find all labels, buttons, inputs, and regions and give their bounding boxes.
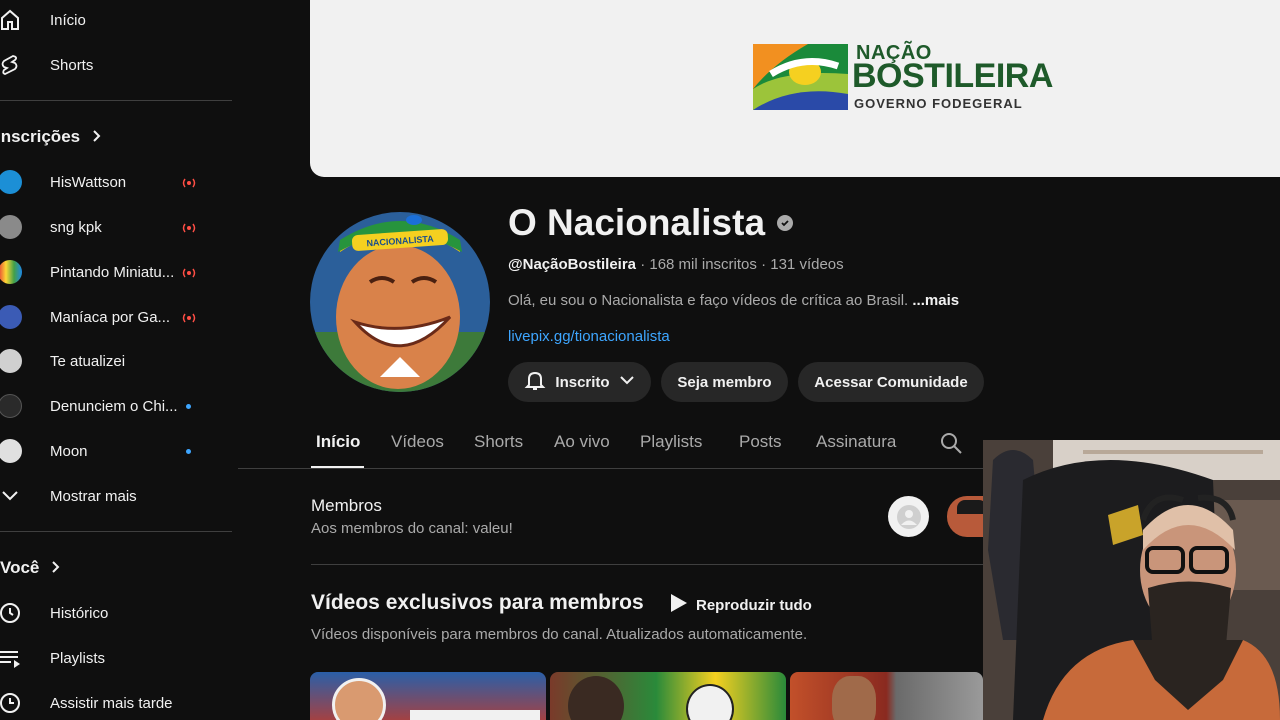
home-icon <box>0 8 22 32</box>
channel-name: O Nacionalista <box>508 202 794 244</box>
members-title: Membros <box>311 496 382 515</box>
tab-posts[interactable]: Posts <box>739 432 782 452</box>
sidebar-item-playlists[interactable]: Playlists <box>0 638 232 678</box>
verified-icon <box>777 215 794 231</box>
youtube-channel-page: Início Shorts Inscrições HisWattson sng … <box>0 0 1280 720</box>
nacao-bostileira-logo <box>753 44 848 110</box>
sidebar-item-home[interactable]: Início <box>0 0 232 40</box>
subscription-item-denunciem[interactable]: Denunciem o Chi... <box>0 386 232 426</box>
exclusive-videos-title: Vídeos exclusivos para membros <box>311 591 644 614</box>
channel-search-icon[interactable] <box>939 431 963 460</box>
tab-shorts[interactable]: Shorts <box>474 432 523 452</box>
subscription-item-pintando[interactable]: Pintando Miniatu... <box>0 252 232 292</box>
bell-icon <box>523 368 547 396</box>
chevron-down-icon <box>0 484 22 508</box>
chevron-right-icon <box>49 558 61 578</box>
community-button[interactable]: Acessar Comunidade <box>798 362 984 402</box>
new-content-dot <box>186 404 191 409</box>
watch-later-icon <box>0 691 22 715</box>
new-content-dot <box>186 449 191 454</box>
exclusive-videos-subtitle: Vídeos disponíveis para membros do canal… <box>311 626 808 643</box>
video-count: 131 vídeos <box>770 256 844 273</box>
playlists-icon <box>0 646 22 670</box>
video-thumbnail[interactable] <box>310 672 546 720</box>
you-heading[interactable]: Você <box>0 558 61 578</box>
live-indicator-icon <box>180 221 198 233</box>
live-indicator-icon <box>180 311 198 323</box>
video-thumbnail[interactable] <box>550 672 786 720</box>
members-subtitle: Aos membros do canal: valeu! <box>311 520 513 537</box>
member-avatar[interactable] <box>947 496 983 537</box>
sidebar-item-label: Início <box>50 11 86 29</box>
subscribed-button[interactable]: Inscrito <box>508 362 651 402</box>
channel-avatar <box>0 260 22 284</box>
video-thumbnail[interactable] <box>790 672 983 720</box>
tab-playlists[interactable]: Playlists <box>640 432 702 452</box>
subscription-item-sng-kpk[interactable]: sng kpk <box>0 207 232 247</box>
sidebar-item-history[interactable]: Histórico <box>0 593 232 633</box>
tab-videos[interactable]: Vídeos <box>391 432 444 452</box>
show-more-button[interactable]: Mostrar mais <box>0 476 232 516</box>
join-button[interactable]: Seja membro <box>661 362 788 402</box>
sidebar-item-watch-later[interactable]: Assistir mais tarde <box>0 683 232 720</box>
sidebar-divider <box>0 100 232 101</box>
section-divider <box>311 564 983 565</box>
channel-avatar <box>0 215 22 239</box>
streamer-webcam <box>983 440 1280 720</box>
active-tab-indicator <box>311 466 364 468</box>
more-link[interactable]: ...mais <box>912 292 959 309</box>
channel-avatar[interactable]: NACIONALISTA <box>310 212 490 392</box>
sidebar: Início Shorts Inscrições HisWattson sng … <box>0 0 240 720</box>
channel-meta: @NaçãoBostileira · 168 mil inscritos · 1… <box>508 256 844 273</box>
tabs-divider <box>238 468 983 469</box>
channel-avatar <box>0 439 22 463</box>
tab-ao-vivo[interactable]: Ao vivo <box>554 432 610 452</box>
sidebar-divider <box>0 531 232 532</box>
chevron-down-icon <box>618 371 636 393</box>
channel-avatar <box>0 394 22 418</box>
sidebar-item-shorts[interactable]: Shorts <box>0 45 232 85</box>
subscription-item-moon[interactable]: Moon <box>0 431 232 471</box>
channel-handle: @NaçãoBostileira <box>508 256 637 273</box>
subscriber-count: 168 mil inscritos <box>649 256 757 273</box>
tab-assinatura[interactable]: Assinatura <box>816 432 896 452</box>
play-icon <box>668 593 688 617</box>
channel-avatar <box>0 170 22 194</box>
live-indicator-icon <box>180 176 198 188</box>
live-indicator-icon <box>180 266 198 278</box>
logo-line-3: GOVERNO FODEGERAL <box>854 96 1023 111</box>
sidebar-item-label: Shorts <box>50 56 94 74</box>
tab-inicio[interactable]: Início <box>316 432 360 452</box>
channel-banner: NAÇÃO BOSTILEIRA GOVERNO FODEGERAL <box>310 0 1280 177</box>
channel-avatar <box>0 349 22 373</box>
subscriptions-heading[interactable]: Inscrições <box>0 127 102 147</box>
play-all-button[interactable]: Reproduzir tudo <box>668 593 812 617</box>
subscription-item-hiswattson[interactable]: HisWattson <box>0 162 232 202</box>
channel-link[interactable]: livepix.gg/tionacionalista <box>508 328 670 345</box>
subscription-item-maniaca[interactable]: Maníaca por Ga... <box>0 297 232 337</box>
shorts-icon <box>0 53 22 77</box>
subscription-item-te-atualizei[interactable]: Te atualizei <box>0 341 232 381</box>
channel-avatar <box>0 305 22 329</box>
channel-description[interactable]: Olá, eu sou o Nacionalista e faço vídeos… <box>508 292 959 309</box>
history-icon <box>0 601 22 625</box>
logo-line-2: BOSTILEIRA <box>852 57 1053 95</box>
chevron-right-icon <box>90 127 102 147</box>
member-avatar[interactable] <box>888 496 929 537</box>
